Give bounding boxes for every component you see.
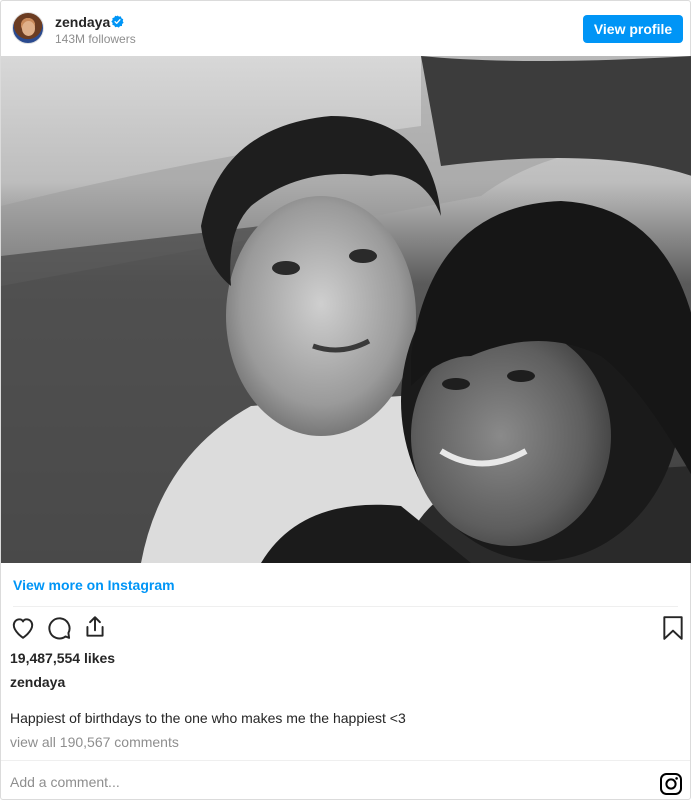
instagram-embed: zendaya 143M followers View profile View… <box>0 0 691 800</box>
caption-username[interactable]: zendaya <box>10 674 65 690</box>
heart-icon[interactable] <box>10 615 36 641</box>
post-header: zendaya 143M followers View profile <box>1 1 690 57</box>
instagram-logo-icon[interactable] <box>659 772 683 796</box>
share-icon[interactable] <box>82 614 108 640</box>
likes-count[interactable]: 19,487,554 likes <box>10 650 115 666</box>
view-more-link[interactable]: View more on Instagram <box>13 577 175 593</box>
view-profile-button[interactable]: View profile <box>583 15 683 43</box>
follower-count: 143M followers <box>55 32 136 46</box>
add-comment-field[interactable]: Add a comment... <box>10 774 120 790</box>
verified-badge-icon <box>111 15 124 28</box>
comment-icon[interactable] <box>46 615 72 641</box>
divider <box>13 606 678 607</box>
view-comments-link[interactable]: view all 190,567 comments <box>10 734 179 750</box>
avatar-face <box>22 21 35 36</box>
avatar[interactable] <box>12 12 44 44</box>
post-caption: Happiest of birthdays to the one who mak… <box>10 710 406 726</box>
divider <box>1 760 690 761</box>
post-photo-image <box>1 56 691 563</box>
username[interactable]: zendaya <box>55 14 110 30</box>
post-photo[interactable] <box>1 56 691 563</box>
bookmark-icon[interactable] <box>660 615 686 641</box>
